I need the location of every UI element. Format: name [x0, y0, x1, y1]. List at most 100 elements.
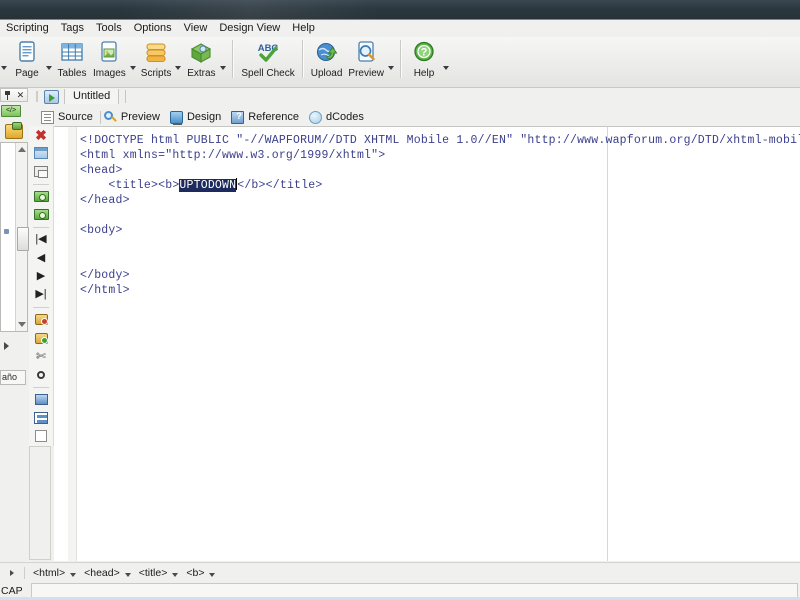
- rail-button-group[interactable]: [31, 391, 51, 408]
- preview-dropdown-caret-icon[interactable]: [388, 66, 394, 70]
- rail-button-previous-record[interactable]: ◀: [31, 249, 51, 266]
- rail-separator-2: [33, 227, 49, 229]
- toolbar-button-tables[interactable]: Tables: [54, 37, 90, 87]
- editor-vertical-scrollbar[interactable]: [29, 446, 51, 560]
- toolbar-button-extras[interactable]: Extras: [183, 37, 219, 87]
- left-dock-list[interactable]: [0, 142, 29, 332]
- group-objects-icon: [34, 394, 48, 406]
- code-line-4-suffix: </b></title>: [237, 179, 323, 192]
- pin-icon[interactable]: [4, 90, 11, 100]
- help-icon: ?: [410, 39, 438, 67]
- tab-source[interactable]: Source: [38, 109, 100, 125]
- scroll-down-arrow-icon[interactable]: [18, 322, 26, 327]
- last-record-icon: ▶|: [35, 288, 47, 301]
- status-caps-indicator: CAP: [1, 584, 23, 597]
- toolbar-button-help[interactable]: ? Help: [406, 37, 442, 87]
- main-toolbar: Page Tables Images Scripts Extras ABC Sp…: [0, 37, 800, 88]
- toolbar-button-upload[interactable]: Upload: [308, 37, 346, 87]
- dcodes-icon: [309, 110, 322, 124]
- menu-bar: Scripting Tags Tools Options View Design…: [0, 20, 800, 37]
- toolbar-button-scripts[interactable]: Scripts: [138, 37, 175, 87]
- rail-button-cut[interactable]: ✄: [31, 348, 51, 365]
- tab-reference[interactable]: Reference: [228, 109, 306, 125]
- rail-button-insert-money[interactable]: [31, 188, 51, 205]
- breadcrumb-item-html[interactable]: <html>: [33, 567, 65, 579]
- delete-item-icon: [34, 314, 48, 326]
- expand-arrow-icon[interactable]: [4, 342, 9, 350]
- tab-preview[interactable]: Preview: [101, 109, 167, 125]
- tab-design[interactable]: Design: [167, 109, 228, 125]
- scripts-icon: [142, 39, 170, 67]
- pin-small-icon: [37, 370, 45, 379]
- source-code-editor[interactable]: <!DOCTYPE html PUBLIC "-//WAPFORUM//DTD …: [54, 126, 800, 561]
- code-chip-icon[interactable]: </>: [1, 105, 21, 117]
- images-dropdown-caret-icon[interactable]: [129, 66, 136, 70]
- image-icon: [95, 39, 123, 67]
- toolbar-button-preview[interactable]: Preview: [345, 37, 387, 87]
- rail-button-blank-page[interactable]: [31, 428, 51, 445]
- breadcrumb-item-title[interactable]: <title>: [139, 567, 168, 579]
- code-line-5: </head>: [80, 194, 130, 207]
- rail-button-window-properties[interactable]: [31, 144, 51, 161]
- toolbar-label-page: Page: [15, 68, 39, 79]
- toolbar-button-page[interactable]: Page: [9, 37, 45, 87]
- breadcrumb-expand-icon[interactable]: [10, 569, 14, 576]
- toolbar-label-upload: Upload: [310, 68, 343, 79]
- breadcrumb-item-b[interactable]: <b>: [186, 567, 204, 579]
- page-dropdown-caret-icon[interactable]: [46, 66, 52, 70]
- extras-dropdown-caret-icon[interactable]: [220, 66, 227, 70]
- folder-icon[interactable]: [5, 122, 23, 139]
- menu-item-view[interactable]: View: [178, 21, 214, 36]
- code-line-2: <html xmlns="http://www.w3.org/1999/xhtm…: [80, 149, 386, 162]
- editor-gutter: [68, 127, 77, 561]
- titlebar-sheen: [120, 0, 380, 19]
- document-arrow-icon[interactable]: [44, 89, 59, 104]
- rail-button-last-record[interactable]: ▶|: [31, 286, 51, 303]
- rail-button-pin[interactable]: [31, 366, 51, 383]
- scrollbar-thumb[interactable]: [17, 227, 29, 251]
- left-dock-scrollbar[interactable]: [15, 143, 29, 331]
- rail-button-first-record[interactable]: |◀: [31, 231, 51, 248]
- breadcrumb-caret-b-icon[interactable]: [209, 572, 216, 577]
- rail-button-next-record[interactable]: ▶: [31, 268, 51, 285]
- breadcrumb-caret-html-icon[interactable]: [70, 572, 77, 577]
- breadcrumb-item-head[interactable]: <head>: [84, 567, 120, 579]
- spell-check-icon: ABC: [254, 39, 282, 67]
- left-dock-expand[interactable]: [0, 338, 28, 354]
- scroll-up-arrow-icon[interactable]: [18, 147, 26, 152]
- editor-code-area[interactable]: <!DOCTYPE html PUBLIC "-//WAPFORUM//DTD …: [80, 133, 800, 561]
- selected-text[interactable]: UPTODOWN: [179, 179, 237, 192]
- menu-item-tools[interactable]: Tools: [90, 21, 128, 36]
- document-tab-untitled[interactable]: Untitled: [64, 89, 120, 104]
- preview-icon: [352, 39, 380, 67]
- close-icon[interactable]: ✕: [17, 90, 25, 100]
- toolbar-label-spell-check: Spell Check: [241, 68, 295, 79]
- tab-dcodes[interactable]: dCodes: [306, 109, 371, 125]
- tab-source-label: Source: [58, 111, 93, 123]
- menu-item-options[interactable]: Options: [128, 21, 178, 36]
- breadcrumb-caret-title-icon[interactable]: [172, 572, 179, 577]
- overflow-caret-icon[interactable]: [1, 66, 7, 70]
- toolbar-button-images[interactable]: Images: [90, 37, 129, 87]
- upload-globe-icon: [313, 39, 341, 67]
- preview-magnifier-icon: [103, 110, 117, 124]
- rail-button-split-view[interactable]: [31, 409, 51, 426]
- toolbar-button-spell-check[interactable]: ABC Spell Check: [238, 37, 297, 87]
- menu-item-design-view[interactable]: Design View: [213, 21, 286, 36]
- add-item-icon: [34, 332, 48, 344]
- table-icon: [58, 39, 86, 67]
- rail-button-add-item[interactable]: [31, 329, 51, 346]
- rail-button-delete[interactable]: ✖: [31, 126, 51, 143]
- code-line-4-prefix: <title><b>: [80, 179, 180, 192]
- menu-item-scripting[interactable]: Scripting: [0, 21, 55, 36]
- rail-button-delete-item[interactable]: [31, 311, 51, 328]
- rail-button-window-tile[interactable]: [31, 163, 51, 180]
- help-dropdown-caret-icon[interactable]: [443, 66, 449, 70]
- menu-item-help[interactable]: Help: [286, 21, 321, 36]
- rail-button-insert-money-2[interactable]: [31, 206, 51, 223]
- scripts-dropdown-caret-icon[interactable]: [175, 66, 182, 70]
- toolbar-label-tables: Tables: [57, 68, 87, 79]
- rail-separator-4: [33, 387, 49, 389]
- menu-item-tags[interactable]: Tags: [55, 21, 90, 36]
- breadcrumb-caret-head-icon[interactable]: [124, 572, 131, 577]
